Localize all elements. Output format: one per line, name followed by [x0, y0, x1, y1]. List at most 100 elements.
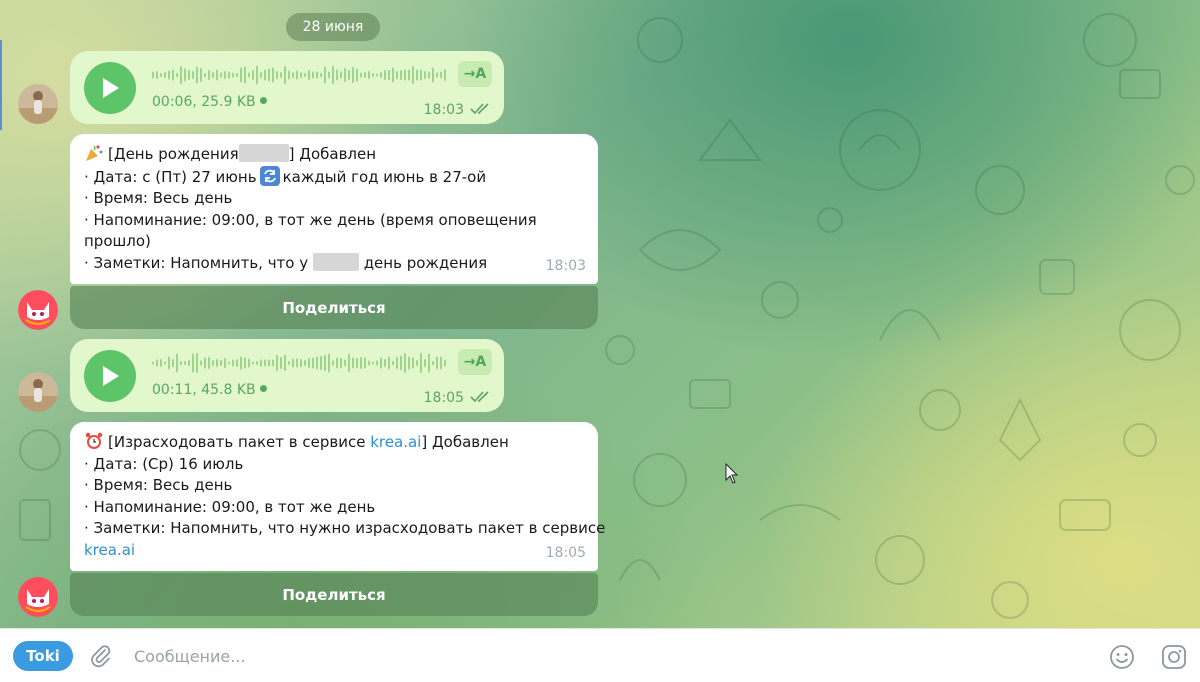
waveform[interactable]	[152, 63, 448, 87]
play-icon	[103, 78, 119, 98]
waveform-bar	[412, 357, 414, 369]
waveform-bar	[252, 361, 254, 365]
waveform-bar	[392, 67, 394, 83]
waveform-bar	[208, 357, 210, 369]
waveform-bar	[204, 73, 206, 77]
waveform-bar	[344, 68, 346, 82]
waveform-bar	[436, 356, 438, 370]
repeat-emoji	[259, 165, 280, 186]
waveform-bar	[184, 68, 186, 82]
mouse-cursor	[725, 463, 739, 484]
smiley-icon[interactable]	[1108, 643, 1136, 671]
link-krea[interactable]: krea.ai	[370, 433, 421, 451]
waveform-bar	[436, 72, 438, 78]
waveform-bar	[320, 356, 322, 370]
waveform-bar	[312, 357, 314, 369]
waveform-bar	[164, 361, 166, 365]
waveform-bar	[396, 71, 398, 79]
waveform-bar	[352, 67, 354, 83]
waveform-bar	[384, 70, 386, 80]
waveform-bar	[404, 353, 406, 373]
waveform-bar	[352, 357, 354, 369]
transcribe-button[interactable]: →A	[458, 349, 492, 375]
double-check-icon	[470, 391, 489, 403]
unplayed-dot	[259, 97, 267, 104]
waveform-bar	[428, 71, 430, 79]
message-input[interactable]	[134, 641, 1074, 671]
play-button[interactable]	[84, 350, 136, 402]
waveform-bar	[232, 72, 234, 78]
waveform-bar	[304, 360, 306, 366]
waveform-bar	[440, 356, 442, 370]
waveform-bar	[172, 69, 174, 81]
waveform-bar	[416, 360, 418, 366]
play-button[interactable]	[84, 62, 136, 114]
voice-duration-size: 00:11, 45.8 KB	[152, 382, 256, 398]
voice-duration-size: 00:06, 25.9 KB	[152, 94, 256, 110]
unplayed-dot	[259, 385, 267, 392]
waveform-bar	[312, 71, 314, 79]
waveform-bar	[208, 70, 210, 80]
waveform-bar	[284, 66, 286, 84]
avatar-user[interactable]	[18, 372, 58, 412]
waveform[interactable]	[152, 351, 448, 375]
waveform-bar	[256, 65, 258, 85]
waveform-bar	[428, 353, 430, 373]
transcribe-button[interactable]: →A	[458, 61, 492, 87]
waveform-bar	[368, 360, 370, 366]
play-icon	[103, 366, 119, 386]
waveform-bar	[332, 66, 334, 84]
waveform-bar	[408, 69, 410, 81]
waveform-bar	[360, 72, 362, 78]
waveform-bar	[320, 73, 322, 77]
waveform-bar	[216, 359, 218, 367]
share-button[interactable]: Поделиться	[70, 573, 598, 616]
waveform-bar	[296, 70, 298, 80]
waveform-bar	[444, 359, 446, 367]
avatar-bot[interactable]	[18, 577, 58, 617]
waveform-bar	[200, 68, 202, 82]
waveform-bar	[160, 73, 162, 77]
avatar-user[interactable]	[18, 84, 58, 124]
waveform-bar	[240, 356, 242, 370]
waveform-bar	[308, 358, 310, 368]
party-popper-emoji	[86, 145, 103, 161]
waveform-bar	[444, 69, 446, 81]
waveform-bar	[340, 358, 342, 368]
waveform-bar	[432, 67, 434, 83]
waveform-bar	[264, 359, 266, 367]
waveform-bar	[364, 357, 366, 369]
waveform-bar	[388, 356, 390, 370]
waveform-bar	[212, 72, 214, 78]
avatar-bot[interactable]	[18, 290, 58, 330]
waveform-bar	[380, 72, 382, 78]
waveform-bar	[268, 359, 270, 367]
waveform-bar	[156, 71, 158, 79]
waveform-bar	[288, 70, 290, 80]
waveform-bar	[364, 72, 366, 78]
waveform-bar	[348, 354, 350, 372]
redacted-text	[238, 144, 289, 162]
message-time: 18:03	[545, 258, 586, 275]
waveform-bar	[160, 359, 162, 367]
waveform-bar	[260, 359, 262, 367]
share-button[interactable]: Поделиться	[70, 286, 598, 329]
link-krea[interactable]: krea.ai	[84, 541, 135, 559]
waveform-bar	[228, 71, 230, 79]
paperclip-icon[interactable]	[88, 643, 114, 669]
waveform-bar	[244, 357, 246, 369]
waveform-bar	[316, 71, 318, 79]
waveform-bar	[400, 355, 402, 371]
waveform-bar	[156, 359, 158, 367]
waveform-bar	[276, 355, 278, 371]
waveform-bar	[188, 360, 190, 366]
waveform-bar	[176, 73, 178, 77]
waveform-bar	[200, 360, 202, 366]
waveform-bar	[300, 72, 302, 78]
waveform-bar	[212, 360, 214, 366]
waveform-bar	[392, 361, 394, 365]
waveform-bar	[184, 361, 186, 365]
bot-menu-button[interactable]: Toki	[13, 641, 73, 671]
sticker-icon[interactable]	[1160, 643, 1188, 671]
waveform-bar	[188, 70, 190, 80]
